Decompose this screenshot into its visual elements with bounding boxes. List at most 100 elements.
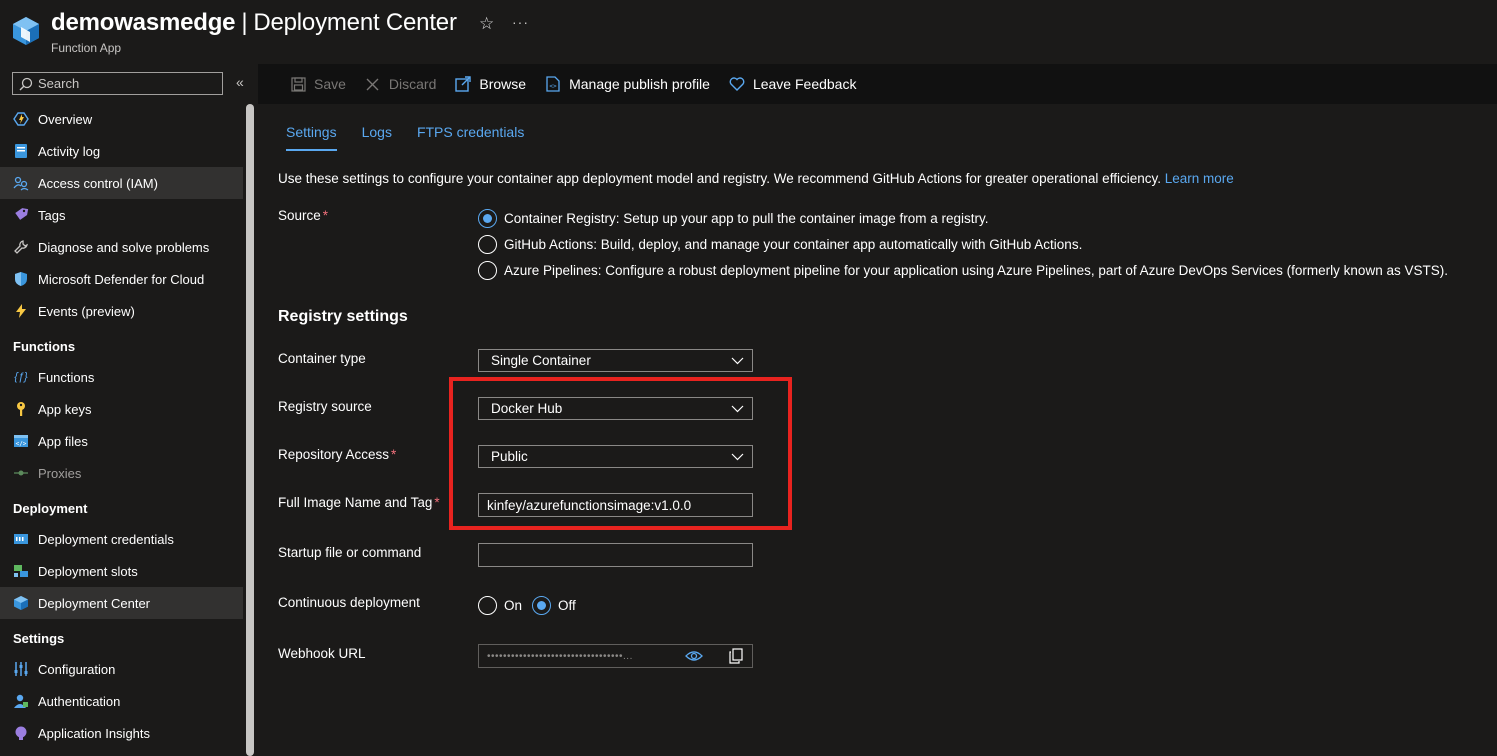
sidebar-item-label: Deployment slots: [38, 563, 138, 579]
sidebar: « Overview Activity log Access control (…: [0, 64, 258, 756]
source-option-label: Azure Pipelines: Configure a robust depl…: [504, 263, 1448, 278]
function-app-icon: [13, 111, 29, 127]
sidebar-item-functions[interactable]: {ƒ} Functions: [0, 361, 243, 393]
container-type-dropdown[interactable]: Single Container: [478, 349, 753, 372]
tab-logs[interactable]: Logs: [362, 124, 392, 151]
continuous-off-label: Off: [558, 598, 576, 613]
sidebar-item-app-keys[interactable]: App keys: [0, 393, 243, 425]
wrench-icon: [13, 239, 29, 255]
search-icon: [19, 77, 33, 90]
function-app-logo-icon: [13, 17, 39, 45]
leave-feedback-button[interactable]: Leave Feedback: [729, 76, 857, 92]
discard-button[interactable]: Discard: [365, 76, 436, 92]
sidebar-item-diagnose[interactable]: Diagnose and solve problems: [0, 231, 243, 263]
sidebar-item-application-insights[interactable]: Application Insights: [0, 717, 243, 749]
radio-github-actions[interactable]: [478, 235, 497, 254]
full-image-name-label-text: Full Image Name and Tag: [278, 495, 433, 510]
startup-command-input[interactable]: [478, 543, 753, 567]
code-file-icon: </>: [13, 433, 29, 449]
sidebar-search[interactable]: [12, 72, 223, 95]
section-functions: Functions: [13, 339, 76, 354]
section-deployment: Deployment: [13, 501, 88, 516]
publish-profile-icon: <>: [545, 76, 561, 92]
search-input[interactable]: [38, 76, 208, 91]
source-option-azure-pipelines[interactable]: Azure Pipelines: Configure a robust depl…: [478, 261, 1448, 280]
bolt-icon: [13, 303, 29, 319]
more-options-icon[interactable]: ···: [512, 14, 529, 30]
proxy-icon: [13, 465, 29, 481]
sidebar-item-label: Configuration: [38, 661, 116, 677]
cube-icon: [13, 595, 29, 611]
copy-icon[interactable]: [729, 648, 743, 664]
sidebar-item-label: Tags: [38, 207, 66, 223]
close-icon: [365, 76, 381, 92]
full-image-name-label: Full Image Name and Tag *: [278, 495, 440, 510]
sidebar-item-configuration[interactable]: Configuration: [0, 653, 243, 685]
sidebar-item-overview[interactable]: Overview: [0, 103, 243, 135]
heart-icon: [729, 76, 745, 92]
sliders-icon: [13, 661, 29, 677]
required-marker: *: [322, 208, 329, 223]
continuous-deployment-off[interactable]: Off: [532, 596, 576, 615]
learn-more-link[interactable]: Learn more: [1165, 171, 1234, 186]
source-option-label: GitHub Actions: Build, deploy, and manag…: [504, 237, 1083, 252]
sidebar-item-authentication[interactable]: Authentication: [0, 685, 243, 717]
tag-icon: [13, 207, 29, 223]
sidebar-item-label: Deployment Center: [38, 595, 150, 611]
title-separator: |: [241, 9, 248, 36]
page-title: demowasmedge | Deployment Center: [51, 9, 457, 37]
sidebar-item-label: Authentication: [38, 693, 121, 709]
sidebar-item-activity-log[interactable]: Activity log: [0, 135, 243, 167]
radio-continuous-off[interactable]: [532, 596, 551, 615]
sidebar-item-label: Microsoft Defender for Cloud: [38, 271, 205, 287]
continuous-deployment-on[interactable]: On: [478, 596, 522, 615]
radio-azure-pipelines[interactable]: [478, 261, 497, 280]
sidebar-item-tags[interactable]: Tags: [0, 199, 243, 231]
sidebar-item-defender[interactable]: Microsoft Defender for Cloud: [0, 263, 243, 295]
sidebar-scrollbar-thumb[interactable]: [246, 104, 254, 756]
sidebar-item-label: App files: [38, 433, 88, 449]
intro-description: Use these settings to configure your con…: [278, 171, 1161, 186]
container-type-label: Container type: [278, 351, 366, 366]
repository-access-label-text: Repository Access: [278, 447, 390, 462]
webhook-url-field: ••••••••••••••••••••••••••••••••••...: [478, 644, 753, 668]
tab-settings[interactable]: Settings: [286, 124, 337, 151]
open-external-icon: [455, 76, 472, 92]
browse-label: Browse: [479, 76, 527, 92]
leave-feedback-label: Leave Feedback: [752, 76, 857, 92]
sidebar-item-app-files[interactable]: </> App files: [0, 425, 243, 457]
people-icon: [13, 175, 29, 191]
sidebar-item-label: Application Insights: [38, 725, 151, 741]
sidebar-item-label: Deployment credentials: [38, 531, 174, 547]
radio-container-registry[interactable]: [478, 209, 497, 228]
tab-ftps-credentials[interactable]: FTPS credentials: [417, 124, 524, 151]
sidebar-item-deployment-credentials[interactable]: Deployment credentials: [0, 523, 243, 555]
sidebar-item-events[interactable]: Events (preview): [0, 295, 243, 327]
sidebar-item-access-control[interactable]: Access control (IAM): [0, 167, 243, 199]
sidebar-item-proxies[interactable]: Proxies: [0, 457, 243, 489]
radio-continuous-on[interactable]: [478, 596, 497, 615]
webhook-url-label: Webhook URL: [278, 646, 366, 661]
collapse-sidebar-icon[interactable]: «: [236, 74, 244, 90]
source-option-label: Container Registry: Setup up your app to…: [504, 211, 989, 226]
repository-access-label: Repository Access *: [278, 447, 396, 462]
continuous-deployment-label: Continuous deployment: [278, 595, 420, 610]
manage-publish-profile-button[interactable]: <> Manage publish profile: [545, 76, 710, 92]
blade-name: Deployment Center: [253, 9, 457, 36]
favorite-star-icon[interactable]: ☆: [479, 14, 494, 34]
command-bar: Save Discard Browse <> Manage publish pr…: [258, 64, 1497, 104]
source-option-github-actions[interactable]: GitHub Actions: Build, deploy, and manag…: [478, 235, 1082, 254]
key-icon: [13, 401, 29, 417]
browse-button[interactable]: Browse: [455, 76, 526, 92]
source-option-container-registry[interactable]: Container Registry: Setup up your app to…: [478, 209, 989, 228]
sidebar-item-deployment-center[interactable]: Deployment Center: [0, 587, 243, 619]
eye-icon[interactable]: [685, 649, 703, 663]
svg-text:</>: </>: [16, 441, 27, 448]
save-button[interactable]: Save: [290, 76, 346, 92]
required-marker: *: [391, 447, 397, 462]
sidebar-nav: Overview Activity log Access control (IA…: [0, 103, 243, 749]
save-icon: [290, 76, 306, 92]
manage-publish-profile-label: Manage publish profile: [569, 76, 710, 92]
registry-source-label: Registry source: [278, 399, 372, 414]
sidebar-item-deployment-slots[interactable]: Deployment slots: [0, 555, 243, 587]
